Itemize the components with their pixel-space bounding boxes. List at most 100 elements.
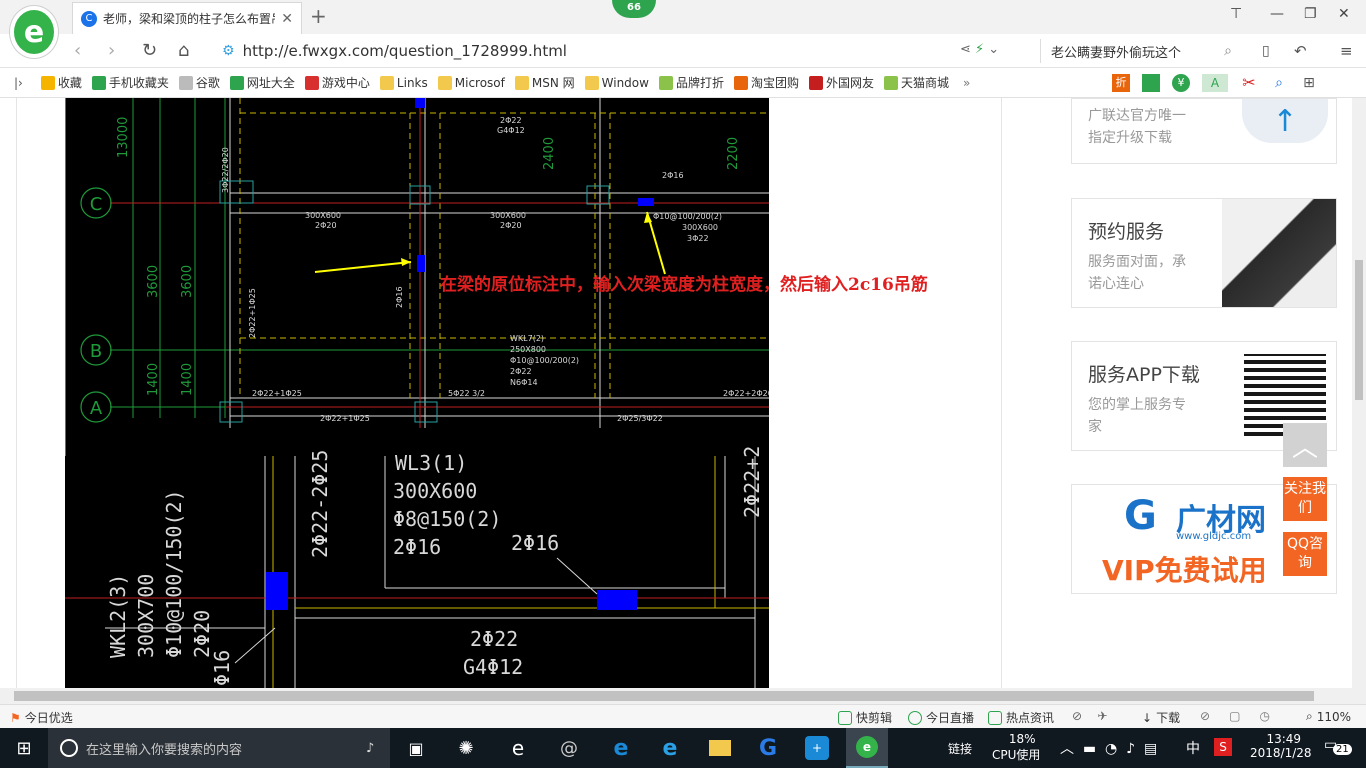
forward-button[interactable]: › (108, 40, 115, 61)
spiral-app-icon[interactable]: @ (555, 734, 583, 762)
folder-icon (379, 75, 394, 90)
close-window-button[interactable]: ✕ (1338, 6, 1350, 22)
url-field[interactable]: ⚙ http://e.fwxgx.com/question_1728999.ht… (222, 39, 1032, 63)
news-icon (988, 710, 1002, 725)
status-misc-icons[interactable]: ⊘ ▢ ◷ (1200, 709, 1270, 723)
bookmark-item[interactable]: Microsof (437, 75, 505, 90)
detail-wkl2-size: 300X700 (134, 574, 158, 658)
menu-icon[interactable]: ≡ (1340, 42, 1353, 60)
clock[interactable]: 13:49 2018/1/28 (1250, 732, 1312, 760)
windows-start-icon[interactable]: ⊞ (10, 734, 38, 762)
back-to-top-button[interactable]: ︿ (1283, 423, 1327, 467)
bookmark-item[interactable]: Links (379, 75, 428, 90)
translate-extension-icon[interactable]: A (1202, 74, 1228, 92)
download-button[interactable]: ↓ 下载 (1142, 709, 1180, 726)
search-text: 老公瞒妻野外偷玩这个 (1051, 45, 1182, 61)
vertical-scrollbar[interactable] (1352, 98, 1366, 688)
minimize-button[interactable]: — (1270, 6, 1284, 22)
file-explorer-icon[interactable] (706, 734, 734, 762)
task-view-icon[interactable]: ▣ (402, 734, 430, 762)
bottom-bars-5: 2Φ22+2Φ20 (723, 389, 769, 398)
bookmark-item[interactable]: 品牌打折 (658, 74, 724, 91)
horizontal-scroll-thumb[interactable] (14, 691, 1314, 701)
vertical-scroll-thumb[interactable] (1355, 260, 1363, 400)
beam-bars-1: 2Φ20 (315, 221, 337, 230)
scissors-icon[interactable]: ✂ (1240, 74, 1258, 92)
maximize-button[interactable]: ❐ (1304, 6, 1317, 22)
appointment-card[interactable]: 预约服务 服务面对面，承 诺心连心 (1071, 198, 1337, 308)
card1-line1: 广联达官方唯一 (1088, 108, 1186, 124)
bookmark-item[interactable]: 手机收藏夹 (91, 74, 169, 91)
cross-app-icon[interactable]: + (803, 734, 831, 762)
sidebar-toggle-icon[interactable]: |› (14, 76, 23, 90)
bookmark-label: Window (601, 75, 649, 90)
book-extension-icon[interactable] (1142, 74, 1160, 92)
more-bookmarks-icon[interactable]: » (963, 76, 970, 90)
tab-close-icon[interactable]: ✕ (281, 11, 293, 27)
home-button[interactable]: ⌂ (178, 40, 189, 61)
handshake-image (1222, 199, 1336, 307)
bookmark-item[interactable]: 淘宝团购 (733, 74, 799, 91)
axis-b-label: B (90, 341, 102, 362)
status-item-label: 快剪辑 (856, 711, 893, 725)
refresh-button[interactable]: ↻ (142, 40, 157, 61)
internet-explorer-icon[interactable]: e (656, 734, 684, 762)
bookmark-item[interactable]: 外国网友 (809, 74, 874, 91)
vertical-2c16: 2Φ16 (395, 286, 404, 308)
notification-badge[interactable]: 66 (612, 0, 656, 18)
edge-browser-icon[interactable]: e (607, 734, 635, 762)
bookmark-item[interactable]: 网址大全 (229, 74, 295, 91)
mobile-icon[interactable]: ▯ (1262, 43, 1270, 59)
daily-picks-link[interactable]: ⚑ 今日优选 (10, 709, 73, 726)
bookmark-item[interactable]: 谷歌 (178, 74, 220, 91)
discount-extension-icon[interactable]: 折 (1112, 74, 1130, 92)
windows-taskbar: ⊞ 在这里输入你要搜索的内容 ♪ ▣ ✺ e @ e e G + e 链接 18… (0, 728, 1366, 768)
links-toolbar[interactable]: 链接 (948, 740, 972, 757)
bookmark-item[interactable]: Window (584, 75, 649, 90)
new-tab-button[interactable]: + (310, 4, 327, 28)
ime-indicator[interactable]: 中 (1186, 738, 1200, 758)
search-extension-icon[interactable]: ⌕ (1270, 74, 1288, 92)
undo-icon[interactable]: ↶ (1294, 42, 1307, 60)
share-icon[interactable]: ⋖ ⚡ ⌄ (960, 42, 999, 57)
cpu-usage-widget[interactable]: 18% CPU使用 (992, 732, 1040, 763)
bookmark-item[interactable]: 天猫商城 (884, 74, 949, 91)
status-item-quickclip[interactable]: 快剪辑 (838, 709, 892, 726)
site-info-icon[interactable]: ⚙ (222, 43, 235, 59)
browser-logo-icon[interactable]: e (10, 6, 58, 58)
follow-us-button[interactable]: 关注我们 (1283, 477, 1327, 521)
bookmark-item[interactable]: MSN 网 (514, 74, 575, 91)
tray-icons[interactable]: ︿ ▬ ◔ ♪ ▤ (1060, 738, 1157, 758)
beam-g4: G4Φ12 (497, 126, 525, 135)
tab-bar: e C 老师，梁和梁顶的柱子怎么布置吊 ✕ + 66 ⊤ — ❐ ✕ (0, 0, 1366, 58)
bookmark-item[interactable]: 游戏中心 (304, 74, 370, 91)
search-icon[interactable]: ⌕ (1224, 43, 1232, 59)
upgrade-download-card[interactable]: 广联达官方唯一 指定升级下载 ↑ (1071, 98, 1337, 164)
content-border-left (16, 98, 17, 688)
horizontal-scrollbar[interactable] (0, 688, 1366, 704)
notification-center-button[interactable]: ▭ 21 (1324, 737, 1352, 759)
sogou-icon[interactable]: S (1214, 738, 1232, 756)
yen-extension-icon[interactable]: ¥ (1172, 74, 1190, 92)
status-item-news[interactable]: 热点资讯 (988, 709, 1054, 726)
tab-active[interactable]: C 老师，梁和梁顶的柱子怎么布置吊 ✕ (72, 2, 302, 34)
glodon-app-icon[interactable]: G (754, 734, 782, 762)
apps-grid-icon[interactable]: ⊞ (1300, 74, 1318, 92)
status-item-live[interactable]: 今日直播 (908, 709, 974, 726)
status-tool-icons[interactable]: ⊘ ✈ (1072, 709, 1107, 723)
taskbar-search-input[interactable]: 在这里输入你要搜索的内容 ♪ (48, 728, 390, 768)
card3-title: 服务APP下载 (1088, 364, 1200, 386)
tab-title: 老师，梁和梁顶的柱子怎么布置吊 (103, 12, 276, 26)
ie-browser-icon[interactable]: e (504, 734, 532, 762)
detail-g4: G4Φ12 (463, 655, 523, 679)
pinwheel-app-icon[interactable]: ✺ (452, 734, 480, 762)
qq-consult-button[interactable]: QQ咨询 (1283, 532, 1327, 576)
zoom-control[interactable]: ⌕ 110% (1306, 709, 1351, 724)
shirt-icon[interactable]: ⊤ (1230, 6, 1242, 22)
search-input[interactable]: 老公瞒妻野外偷玩这个 ⌕ (1040, 39, 1240, 63)
back-button[interactable]: ‹ (74, 40, 81, 61)
microphone-icon[interactable]: ♪ (366, 741, 374, 756)
browser-taskbar-active[interactable]: e (846, 728, 888, 768)
bookmark-item[interactable]: 收藏 (40, 74, 82, 91)
folder-icon (437, 75, 452, 90)
